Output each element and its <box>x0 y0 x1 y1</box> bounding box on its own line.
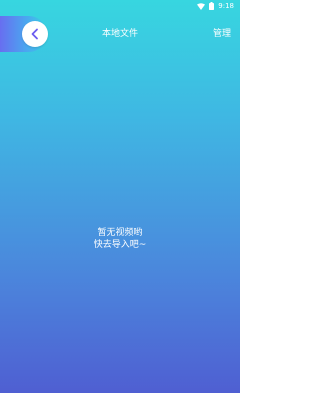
empty-state-line-1: 暂无视频哟 <box>97 228 143 238</box>
wifi-icon <box>197 2 206 10</box>
top-app-bar: 本地文件 管理 <box>0 14 240 54</box>
local-files-screen: 9:18 本地文件 管理 暂无视频哟 快去导入吧~ <box>0 0 240 393</box>
empty-state-message: 暂无视频哟 快去导入吧~ <box>0 227 240 251</box>
page-title: 本地文件 <box>101 29 138 39</box>
battery-icon <box>209 2 215 10</box>
status-bar: 9:18 <box>197 0 234 12</box>
status-time: 9:18 <box>218 2 234 10</box>
manage-button[interactable]: 管理 <box>213 27 231 41</box>
empty-state-line-2: 快去导入吧~ <box>93 240 147 250</box>
